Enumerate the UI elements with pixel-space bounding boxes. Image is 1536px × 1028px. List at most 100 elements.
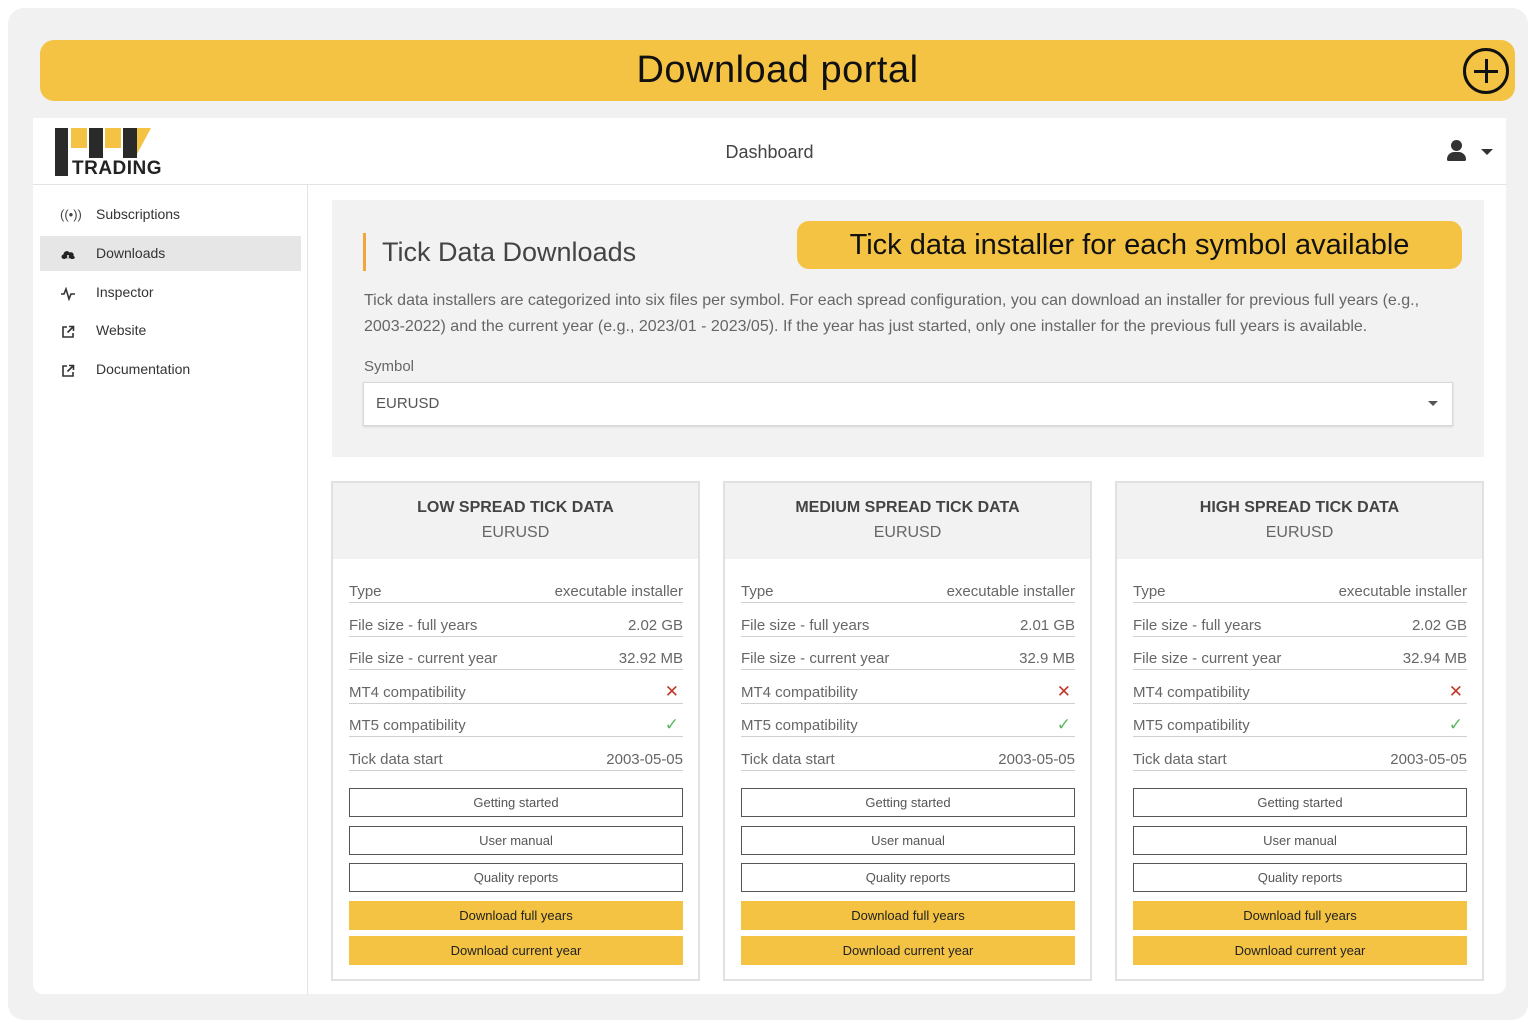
row-file-size-current: File size - current year 32.92 MB (349, 646, 683, 670)
cross-icon: ✕ (1448, 682, 1463, 701)
card-header: LOW SPREAD TICK DATA EURUSD (333, 483, 698, 559)
sidebar-item-website[interactable]: Website (40, 313, 301, 348)
sidebar-item-label: Website (96, 322, 147, 338)
tick-data-card-low: LOW SPREAD TICK DATA EURUSD Type executab… (331, 481, 700, 981)
download-current-year-button[interactable]: Download current year (1133, 936, 1467, 965)
row-type: Type executable installer (1133, 579, 1467, 603)
check-icon: ✓ (1056, 715, 1071, 734)
row-file-size-current: File size - current year 32.9 MB (741, 646, 1075, 670)
row-value: 2003-05-05 (998, 751, 1075, 768)
symbol-select[interactable]: EURUSD (363, 382, 1453, 426)
row-label: MT5 compatibility (741, 717, 858, 734)
row-type: Type executable installer (741, 579, 1075, 603)
row-value: executable installer (554, 583, 683, 600)
symbol-select-value: EURUSD (376, 395, 440, 412)
download-full-years-button[interactable]: Download full years (1133, 901, 1467, 930)
callout-badge: Tick data installer for each symbol avai… (797, 221, 1462, 269)
quality-reports-button[interactable]: Quality reports (1133, 863, 1467, 892)
row-label: File size - current year (741, 650, 890, 667)
row-mt4: MT4 compatibility ✕ (349, 680, 683, 704)
chevron-down-icon[interactable] (1481, 149, 1493, 155)
cross-icon: ✕ (1056, 682, 1071, 701)
row-value: executable installer (946, 583, 1075, 600)
row-value: 2003-05-05 (1390, 751, 1467, 768)
row-mt5: MT5 compatibility ✓ (1133, 713, 1467, 737)
tick-data-card-high: HIGH SPREAD TICK DATA EURUSD Type executa… (1115, 481, 1484, 981)
row-mt4: MT4 compatibility ✕ (741, 680, 1075, 704)
symbol-label: Symbol (364, 358, 415, 375)
plus-circle-icon[interactable] (1463, 48, 1509, 94)
row-mt5: MT5 compatibility ✓ (741, 713, 1075, 737)
sidebar-item-label: Downloads (96, 245, 166, 261)
app-window: TRADING Dashboard ((•)) Subscriptions Do… (33, 118, 1506, 994)
broadcast-icon: ((•)) (60, 207, 82, 222)
row-label: File size - full years (741, 617, 870, 634)
row-file-size-current: File size - current year 32.94 MB (1133, 646, 1467, 670)
check-icon: ✓ (1448, 715, 1463, 734)
download-current-year-button[interactable]: Download current year (349, 936, 683, 965)
row-mt4: MT4 compatibility ✕ (1133, 680, 1467, 704)
user-manual-button[interactable]: User manual (349, 826, 683, 855)
quality-reports-button[interactable]: Quality reports (741, 863, 1075, 892)
row-mt5: MT5 compatibility ✓ (349, 713, 683, 737)
row-label: Tick data start (349, 751, 443, 768)
sidebar: ((•)) Subscriptions Downloads Inspector … (33, 185, 308, 994)
user-icon[interactable] (1445, 140, 1467, 164)
banner-title: Download portal (636, 49, 919, 91)
main-content: Tick Data Downloads Tick data installer … (308, 185, 1506, 994)
card-symbol: EURUSD (481, 524, 550, 541)
row-file-size-full: File size - full years 2.02 GB (1133, 613, 1467, 637)
cross-icon: ✕ (664, 682, 679, 701)
quality-reports-button[interactable]: Quality reports (349, 863, 683, 892)
row-tick-start: Tick data start 2003-05-05 (349, 747, 683, 771)
cloud-download-icon (60, 236, 76, 271)
tick-data-card-medium: MEDIUM SPREAD TICK DATA EURUSD Type execu… (723, 481, 1092, 981)
download-current-year-button[interactable]: Download current year (741, 936, 1075, 965)
sidebar-item-subscriptions[interactable]: ((•)) Subscriptions (40, 197, 301, 232)
page-title: Dashboard (725, 142, 814, 162)
sidebar-item-documentation[interactable]: Documentation (40, 352, 301, 387)
row-label: Type (349, 583, 382, 600)
row-value: 2.01 GB (1019, 617, 1075, 634)
card-title: MEDIUM SPREAD TICK DATA (795, 499, 1020, 516)
row-label: MT5 compatibility (349, 717, 466, 734)
row-value: 32.9 MB (1019, 650, 1075, 667)
sidebar-item-label: Inspector (96, 284, 154, 300)
top-bar: TRADING Dashboard (33, 118, 1506, 185)
row-file-size-full: File size - full years 2.02 GB (349, 613, 683, 637)
getting-started-button[interactable]: Getting started (349, 788, 683, 817)
row-label: File size - full years (349, 617, 478, 634)
row-type: Type executable installer (349, 579, 683, 603)
row-value: 2.02 GB (1411, 617, 1467, 634)
row-label: Tick data start (741, 751, 835, 768)
intro-description: Tick data installers are categorized int… (364, 292, 1420, 335)
download-full-years-button[interactable]: Download full years (349, 901, 683, 930)
row-tick-start: Tick data start 2003-05-05 (741, 747, 1075, 771)
row-label: File size - current year (1133, 650, 1282, 667)
row-label: MT4 compatibility (349, 684, 466, 701)
row-label: Type (741, 583, 774, 600)
sidebar-item-downloads[interactable]: Downloads (40, 236, 301, 271)
card-header: MEDIUM SPREAD TICK DATA EURUSD (725, 483, 1090, 559)
row-value: 2.02 GB (627, 617, 683, 634)
row-tick-start: Tick data start 2003-05-05 (1133, 747, 1467, 771)
user-manual-button[interactable]: User manual (741, 826, 1075, 855)
card-title: LOW SPREAD TICK DATA (417, 499, 614, 516)
row-file-size-full: File size - full years 2.01 GB (741, 613, 1075, 637)
download-full-years-button[interactable]: Download full years (741, 901, 1075, 930)
user-manual-button[interactable]: User manual (1133, 826, 1467, 855)
getting-started-button[interactable]: Getting started (1133, 788, 1467, 817)
external-link-icon (60, 352, 76, 387)
check-icon: ✓ (664, 715, 679, 734)
sidebar-item-label: Documentation (96, 361, 191, 377)
section-heading: Tick Data Downloads (363, 233, 636, 271)
banner: Download portal (40, 40, 1515, 101)
getting-started-button[interactable]: Getting started (741, 788, 1075, 817)
row-value: executable installer (1338, 583, 1467, 600)
intro-panel: Tick Data Downloads Tick data installer … (332, 200, 1484, 457)
card-header: HIGH SPREAD TICK DATA EURUSD (1117, 483, 1482, 559)
row-label: MT5 compatibility (1133, 717, 1250, 734)
sidebar-item-inspector[interactable]: Inspector (40, 275, 301, 310)
row-label: Tick data start (1133, 751, 1227, 768)
card-symbol: EURUSD (1265, 524, 1334, 541)
